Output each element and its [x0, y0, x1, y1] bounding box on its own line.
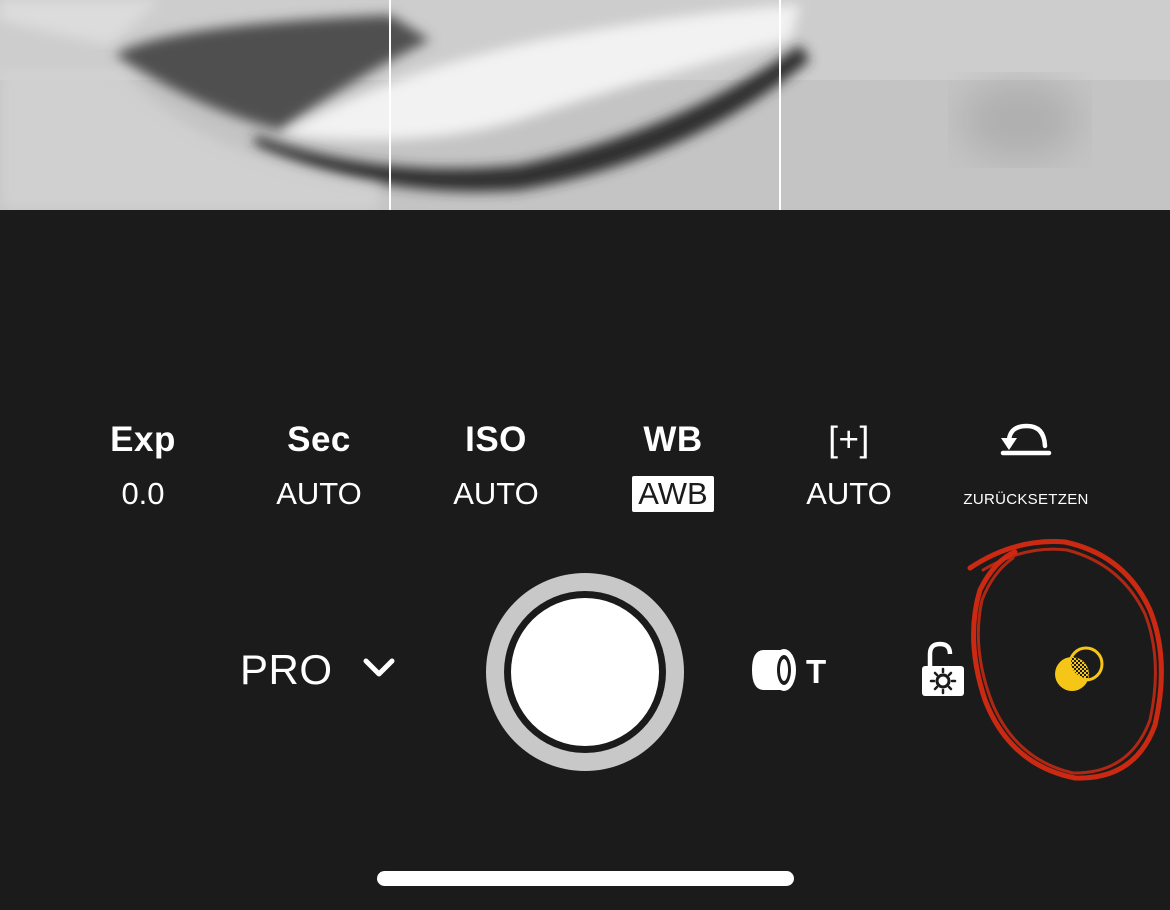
exposure-label: Exp — [110, 420, 176, 459]
white-balance-value: AWB — [632, 476, 714, 512]
lens-switch-button[interactable]: T — [748, 642, 826, 702]
chevron-down-icon — [363, 657, 395, 684]
mode-selector[interactable]: PRO — [240, 640, 395, 700]
telephoto-lens-icon — [748, 644, 800, 701]
color-filter-icon[interactable] — [1050, 644, 1110, 705]
focus-control[interactable]: [+] AUTO — [774, 418, 924, 514]
ae-lock-icon[interactable] — [918, 640, 968, 705]
lens-label: T — [806, 653, 827, 690]
reset-arrow-icon — [951, 418, 1101, 462]
shutter-speed-control[interactable]: Sec AUTO — [244, 418, 394, 514]
iso-control[interactable]: ISO AUTO — [421, 418, 571, 514]
shutter-button[interactable] — [486, 573, 684, 771]
iso-label: ISO — [465, 420, 527, 459]
mode-label: PRO — [240, 646, 333, 693]
reset-label: ZURÜCKSETZEN — [963, 491, 1089, 508]
iso-value: AUTO — [453, 476, 539, 511]
home-indicator[interactable] — [377, 871, 794, 886]
shutter-speed-value: AUTO — [276, 476, 362, 511]
exposure-control[interactable]: Exp 0.0 — [68, 418, 218, 514]
viewfinder-image — [0, 0, 1170, 210]
white-balance-control[interactable]: WB AWB — [598, 418, 748, 512]
focus-value: AUTO — [806, 476, 892, 511]
reset-button[interactable]: ZURÜCKSETZEN — [951, 418, 1101, 520]
shutter-core — [511, 598, 659, 746]
shutter-speed-label: Sec — [287, 420, 351, 459]
focus-label: [+] — [828, 420, 870, 459]
viewfinder-preview[interactable] — [0, 0, 1170, 210]
white-balance-label: WB — [643, 420, 703, 459]
exposure-value: 0.0 — [121, 476, 165, 511]
camera-screen: Exp 0.0 Sec AUTO ISO AUTO WB AWB [+] AUT… — [0, 0, 1170, 910]
